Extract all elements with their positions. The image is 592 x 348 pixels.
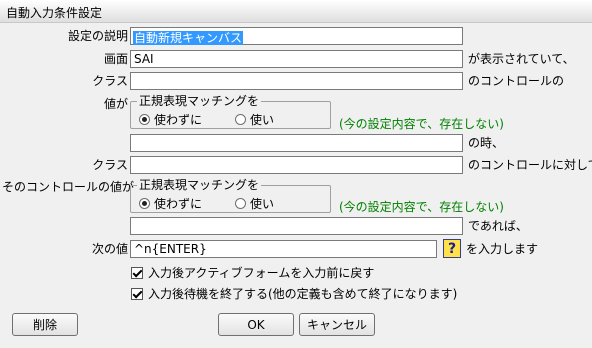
next-value-label: 次の値	[91, 242, 128, 256]
regex2-yes-label: 使い	[250, 197, 275, 211]
regex1-hint: (今の設定内容で、存在しない)	[339, 117, 504, 131]
class2-field[interactable]	[130, 156, 463, 174]
help-button[interactable]: ?	[443, 239, 461, 258]
help-icon: ?	[447, 240, 457, 257]
value1-label: 値が	[103, 97, 128, 111]
ok-button[interactable]: OK	[218, 313, 294, 336]
regex1-no-label: 使わずに	[154, 113, 203, 127]
cancel-button[interactable]: キャンセル	[299, 313, 375, 336]
regex2-no-label: 使わずに	[154, 197, 203, 211]
end-wait-check-icon	[131, 287, 143, 300]
next-value-field[interactable]	[130, 240, 437, 258]
restore-form-checkbox[interactable]: 入力後アクティブフォームを入力前に戻す	[131, 264, 374, 281]
class1-label: クラス	[92, 74, 128, 88]
title-bar: 自動入力条件設定	[0, 0, 592, 23]
ifthen-suffix: であれば、	[468, 219, 528, 233]
regex1-no-radio-circle	[139, 114, 150, 125]
regex1-no-radio[interactable]: 使わずに	[139, 111, 202, 128]
class1-field[interactable]	[130, 72, 463, 90]
regex-group-1-title: 正規表現マッチングを	[137, 94, 262, 108]
description-field[interactable]: 自動新規キャンバス	[130, 27, 463, 45]
description-value: 自動新規キャンバス	[133, 31, 244, 45]
value2-field[interactable]	[130, 217, 463, 235]
end-wait-label: 入力後待機を終了する(他の定義も含めて終了になります)	[148, 287, 458, 301]
regex1-yes-radio[interactable]: 使い	[235, 111, 274, 128]
regex2-hint: (今の設定内容で、存在しない)	[339, 200, 504, 214]
regex1-yes-radio-circle	[235, 114, 246, 125]
screen-field[interactable]	[130, 50, 463, 68]
restore-form-check-icon	[131, 266, 143, 279]
end-wait-checkbox[interactable]: 入力後待機を終了する(他の定義も含めて終了になります)	[131, 285, 457, 302]
restore-form-label: 入力後アクティブフォームを入力前に戻す	[148, 266, 375, 280]
regex-group-2-title: 正規表現マッチングを	[137, 178, 262, 192]
ok-button-label: OK	[247, 317, 265, 332]
regex-group-1: 正規表現マッチングを 使わずに 使い	[130, 94, 331, 129]
delete-button-label: 削除	[32, 318, 57, 332]
input-suffix: を入力します	[466, 242, 539, 256]
window-title: 自動入力条件設定	[6, 6, 103, 20]
screen-suffix: が表示されていて、	[468, 52, 575, 66]
regex2-yes-radio[interactable]: 使い	[235, 195, 274, 212]
screen-label: 画面	[103, 52, 128, 66]
regex2-no-radio-circle	[139, 198, 150, 209]
class2-suffix: のコントロールに対して	[468, 158, 592, 172]
regex2-no-radio[interactable]: 使わずに	[139, 195, 202, 212]
class2-label: クラス	[92, 158, 128, 172]
value1-field[interactable]	[130, 134, 463, 152]
description-label: 設定の説明	[67, 29, 128, 43]
regex2-yes-radio-circle	[235, 198, 246, 209]
regex1-yes-label: 使い	[250, 113, 275, 127]
when-suffix: の時、	[468, 136, 505, 150]
regex-group-2: 正規表現マッチングを 使わずに 使い	[130, 178, 331, 213]
value2-label: そのコントロールの値が	[2, 180, 135, 194]
class1-suffix: のコントロールの	[468, 74, 565, 88]
delete-button[interactable]: 削除	[12, 313, 78, 336]
cancel-button-label: キャンセル	[306, 318, 367, 332]
